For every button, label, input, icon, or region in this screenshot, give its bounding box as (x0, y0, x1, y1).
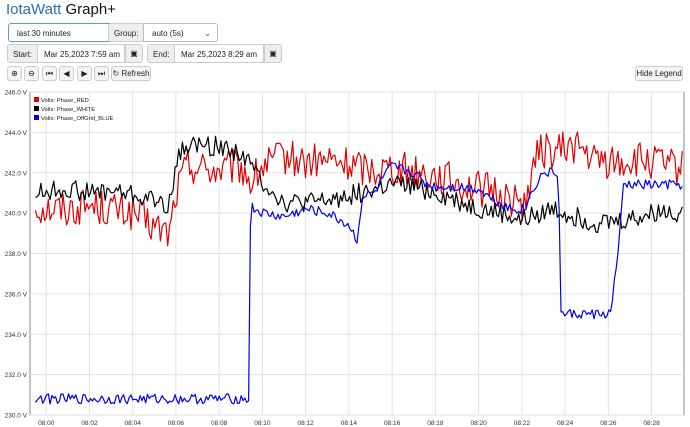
x-tick-label: 08:12 (298, 420, 315, 427)
refresh-button[interactable]: ↻ Refresh (111, 66, 151, 81)
y-tick-label: 234.0 V (5, 332, 28, 339)
group-label: Group: (108, 23, 145, 42)
y-tick-label: 246.0 V (5, 90, 28, 97)
y-tick-label: 244.0 V (5, 130, 28, 137)
refresh-label: Refresh (121, 69, 150, 78)
y-tick-label: 232.0 V (5, 372, 28, 379)
app-title-rest: Graph+ (61, 1, 116, 18)
x-tick-label: 08:04 (125, 420, 142, 427)
x-tick-label: 08:14 (341, 420, 358, 427)
x-tick-label: 08:24 (557, 420, 574, 427)
y-tick-label: 230.0 V (5, 413, 28, 420)
range-select-value: last 30 minutes (17, 29, 71, 38)
x-tick-label: 08:02 (81, 420, 98, 427)
x-tick-label: 08:00 (38, 420, 55, 427)
legend-swatch (34, 97, 39, 102)
voltage-chart: Volts: Phase_RED Volts: Phase_WHITE Volts… (5, 90, 685, 427)
refresh-icon: ↻ (112, 69, 120, 78)
legend-label: Volts: Phase_OffGrid_BLUE (41, 116, 114, 122)
calendar-icon[interactable]: ▣ (264, 44, 282, 63)
x-tick-label: 08:18 (427, 420, 444, 427)
skip-back-icon[interactable]: ⏮ (42, 66, 57, 81)
legend-label: Volts: Phase_WHITE (41, 107, 95, 113)
legend-swatch (34, 106, 39, 111)
x-tick-label: 08:20 (470, 420, 487, 427)
hide-legend-button[interactable]: Hide Legend (635, 66, 683, 81)
x-tick-label: 08:16 (384, 420, 401, 427)
end-label: End: (147, 44, 176, 63)
x-tick-label: 08:26 (600, 420, 617, 427)
legend-label: Volts: Phase_RED (41, 98, 89, 104)
y-tick-label: 238.0 V (5, 251, 28, 258)
brand-name: IotaWatt (6, 1, 62, 18)
y-tick-label: 242.0 V (5, 170, 28, 177)
zoom-out-icon[interactable]: ⊖ (24, 66, 39, 81)
x-tick-label: 08:06 (168, 420, 185, 427)
app-title: IotaWatt Graph+ (6, 1, 116, 18)
group-select[interactable]: auto (5s) ⌄ (143, 23, 218, 42)
x-tick-label: 08:10 (254, 420, 271, 427)
step-back-icon[interactable]: ◀ (59, 66, 74, 81)
x-tick-label: 08:28 (643, 420, 660, 427)
x-axis-labels: 08:00 08:02 08:04 08:06 08:08 08:10 08:12 08:14… (38, 420, 660, 427)
start-label: Start: (7, 44, 39, 63)
calendar-icon[interactable]: ▣ (125, 44, 143, 63)
chevron-down-icon: ⌄ (204, 29, 211, 38)
y-axis-labels: 230.0 V 232.0 V 234.0 V 236.0 V 238.0 V 240.0… (5, 90, 28, 420)
chart-grid (29, 91, 685, 416)
x-tick-label: 08:08 (211, 420, 228, 427)
x-tick-label: 08:22 (514, 420, 531, 427)
step-forward-icon[interactable]: ▶ (77, 66, 92, 81)
group-select-value: auto (5s) (152, 29, 184, 38)
start-date-input[interactable]: Mar 25,2023 7:59 am (37, 44, 125, 63)
legend-swatch (34, 115, 39, 120)
y-tick-label: 240.0 V (5, 211, 28, 218)
zoom-in-icon[interactable]: ⊕ (7, 66, 22, 81)
skip-forward-icon[interactable]: ⏭ (94, 66, 109, 81)
y-tick-label: 236.0 V (5, 291, 28, 298)
end-date-input[interactable]: Mar 25,2023 8:29 am (174, 44, 264, 63)
